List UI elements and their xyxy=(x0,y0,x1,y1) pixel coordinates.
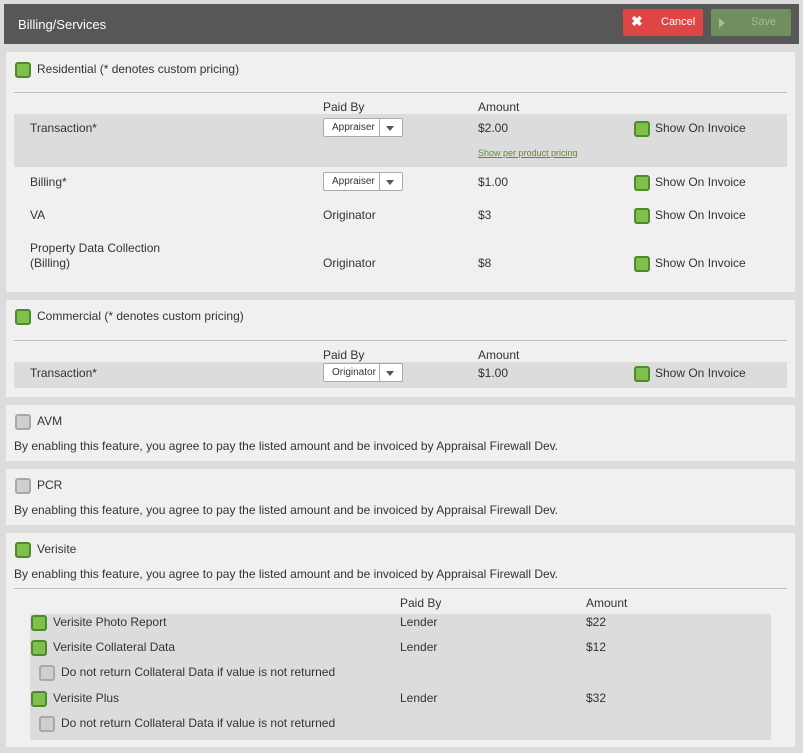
play-icon xyxy=(719,18,725,28)
avm-panel: AVM By enabling this feature, you agree … xyxy=(6,405,795,461)
cancel-label: Cancel xyxy=(661,16,696,28)
divider xyxy=(14,92,787,93)
save-label: Save xyxy=(751,16,777,28)
amount-header: Amount xyxy=(478,348,520,362)
avm-checkbox[interactable] xyxy=(15,414,31,430)
verisite-notice: By enabling this feature, you agree to p… xyxy=(14,567,559,581)
chevron-down-icon xyxy=(386,371,394,376)
paid-by-header: Paid By xyxy=(323,348,365,362)
row-paid-by: Originator xyxy=(323,256,376,270)
show-on-invoice-label: Show On Invoice xyxy=(655,256,746,270)
row-name: Billing* xyxy=(30,175,67,189)
row-amount: $12 xyxy=(586,640,607,654)
show-on-invoice-label: Show On Invoice xyxy=(655,121,746,135)
pcr-checkbox[interactable] xyxy=(15,478,31,494)
verisite-collateral-data-checkbox[interactable] xyxy=(31,640,47,656)
residential-checkbox[interactable] xyxy=(15,62,31,78)
do-not-return-collateral-checkbox[interactable] xyxy=(39,716,55,732)
do-not-return-collateral-checkbox[interactable] xyxy=(39,665,55,681)
row-name: Verisite Photo Report xyxy=(53,615,167,629)
row-amount: $22 xyxy=(586,615,607,629)
paid-by-select[interactable]: Originator xyxy=(323,363,403,382)
row-amount: $1.00 xyxy=(478,366,509,380)
chevron-down-icon xyxy=(386,126,394,131)
show-on-invoice-checkbox[interactable] xyxy=(634,121,650,137)
commercial-panel: Commercial (* denotes custom pricing) Pa… xyxy=(6,300,795,397)
paid-by-select[interactable]: Appraiser xyxy=(323,172,403,191)
row-amount: $1.00 xyxy=(478,175,509,189)
commercial-checkbox[interactable] xyxy=(15,309,31,325)
row-name: Verisite Collateral Data xyxy=(53,640,176,654)
header-bar: Billing/Services ✖ Cancel Save xyxy=(4,4,799,44)
sub-option-label: Do not return Collateral Data if value i… xyxy=(61,716,336,730)
divider xyxy=(14,340,787,341)
divider xyxy=(14,588,787,589)
show-on-invoice-checkbox[interactable] xyxy=(634,208,650,224)
amount-header: Amount xyxy=(478,100,520,114)
residential-title: Residential (* denotes custom pricing) xyxy=(37,62,240,76)
row-name-line2: (Billing) xyxy=(30,256,71,270)
pcr-title: PCR xyxy=(37,478,63,492)
row-paid-by: Lender xyxy=(400,640,438,654)
save-button[interactable]: Save xyxy=(711,9,791,36)
cancel-button[interactable]: ✖ Cancel xyxy=(623,9,703,36)
show-per-product-pricing-link[interactable]: Show per product pricing xyxy=(478,148,578,158)
row-name: VA xyxy=(30,208,46,222)
row-name: Transaction* xyxy=(30,366,97,380)
show-on-invoice-label: Show On Invoice xyxy=(655,208,746,222)
show-on-invoice-checkbox[interactable] xyxy=(634,366,650,382)
row-amount: $3 xyxy=(478,208,492,222)
row-paid-by: Lender xyxy=(400,691,438,705)
verisite-photo-report-checkbox[interactable] xyxy=(31,615,47,631)
show-on-invoice-checkbox[interactable] xyxy=(634,256,650,272)
verisite-panel: Verisite By enabling this feature, you a… xyxy=(6,533,795,747)
paid-by-header: Paid By xyxy=(323,100,365,114)
avm-notice: By enabling this feature, you agree to p… xyxy=(14,439,559,453)
verisite-plus-checkbox[interactable] xyxy=(31,691,47,707)
paid-by-header: Paid By xyxy=(400,596,442,610)
sub-option-label: Do not return Collateral Data if value i… xyxy=(61,665,336,679)
verisite-checkbox[interactable] xyxy=(15,542,31,558)
verisite-title: Verisite xyxy=(37,542,77,556)
paid-by-select[interactable]: Appraiser xyxy=(323,118,403,137)
show-on-invoice-label: Show On Invoice xyxy=(655,366,746,380)
avm-title: AVM xyxy=(37,414,63,428)
close-icon: ✖ xyxy=(631,13,643,29)
row-name: Property Data Collection xyxy=(30,241,161,255)
row-paid-by: Lender xyxy=(400,615,438,629)
chevron-down-icon xyxy=(386,180,394,185)
show-on-invoice-label: Show On Invoice xyxy=(655,175,746,189)
row-name: Transaction* xyxy=(30,121,97,135)
show-on-invoice-checkbox[interactable] xyxy=(634,175,650,191)
row-amount: $32 xyxy=(586,691,607,705)
row-amount: $2.00 xyxy=(478,121,509,135)
pcr-panel: PCR By enabling this feature, you agree … xyxy=(6,469,795,525)
page-title: Billing/Services xyxy=(18,17,107,32)
residential-panel: Residential (* denotes custom pricing) P… xyxy=(6,52,795,292)
row-amount: $8 xyxy=(478,256,492,270)
commercial-title: Commercial (* denotes custom pricing) xyxy=(37,309,244,323)
row-name: Verisite Plus xyxy=(53,691,120,705)
amount-header: Amount xyxy=(586,596,628,610)
row-paid-by: Originator xyxy=(323,208,376,222)
pcr-notice: By enabling this feature, you agree to p… xyxy=(14,503,559,517)
